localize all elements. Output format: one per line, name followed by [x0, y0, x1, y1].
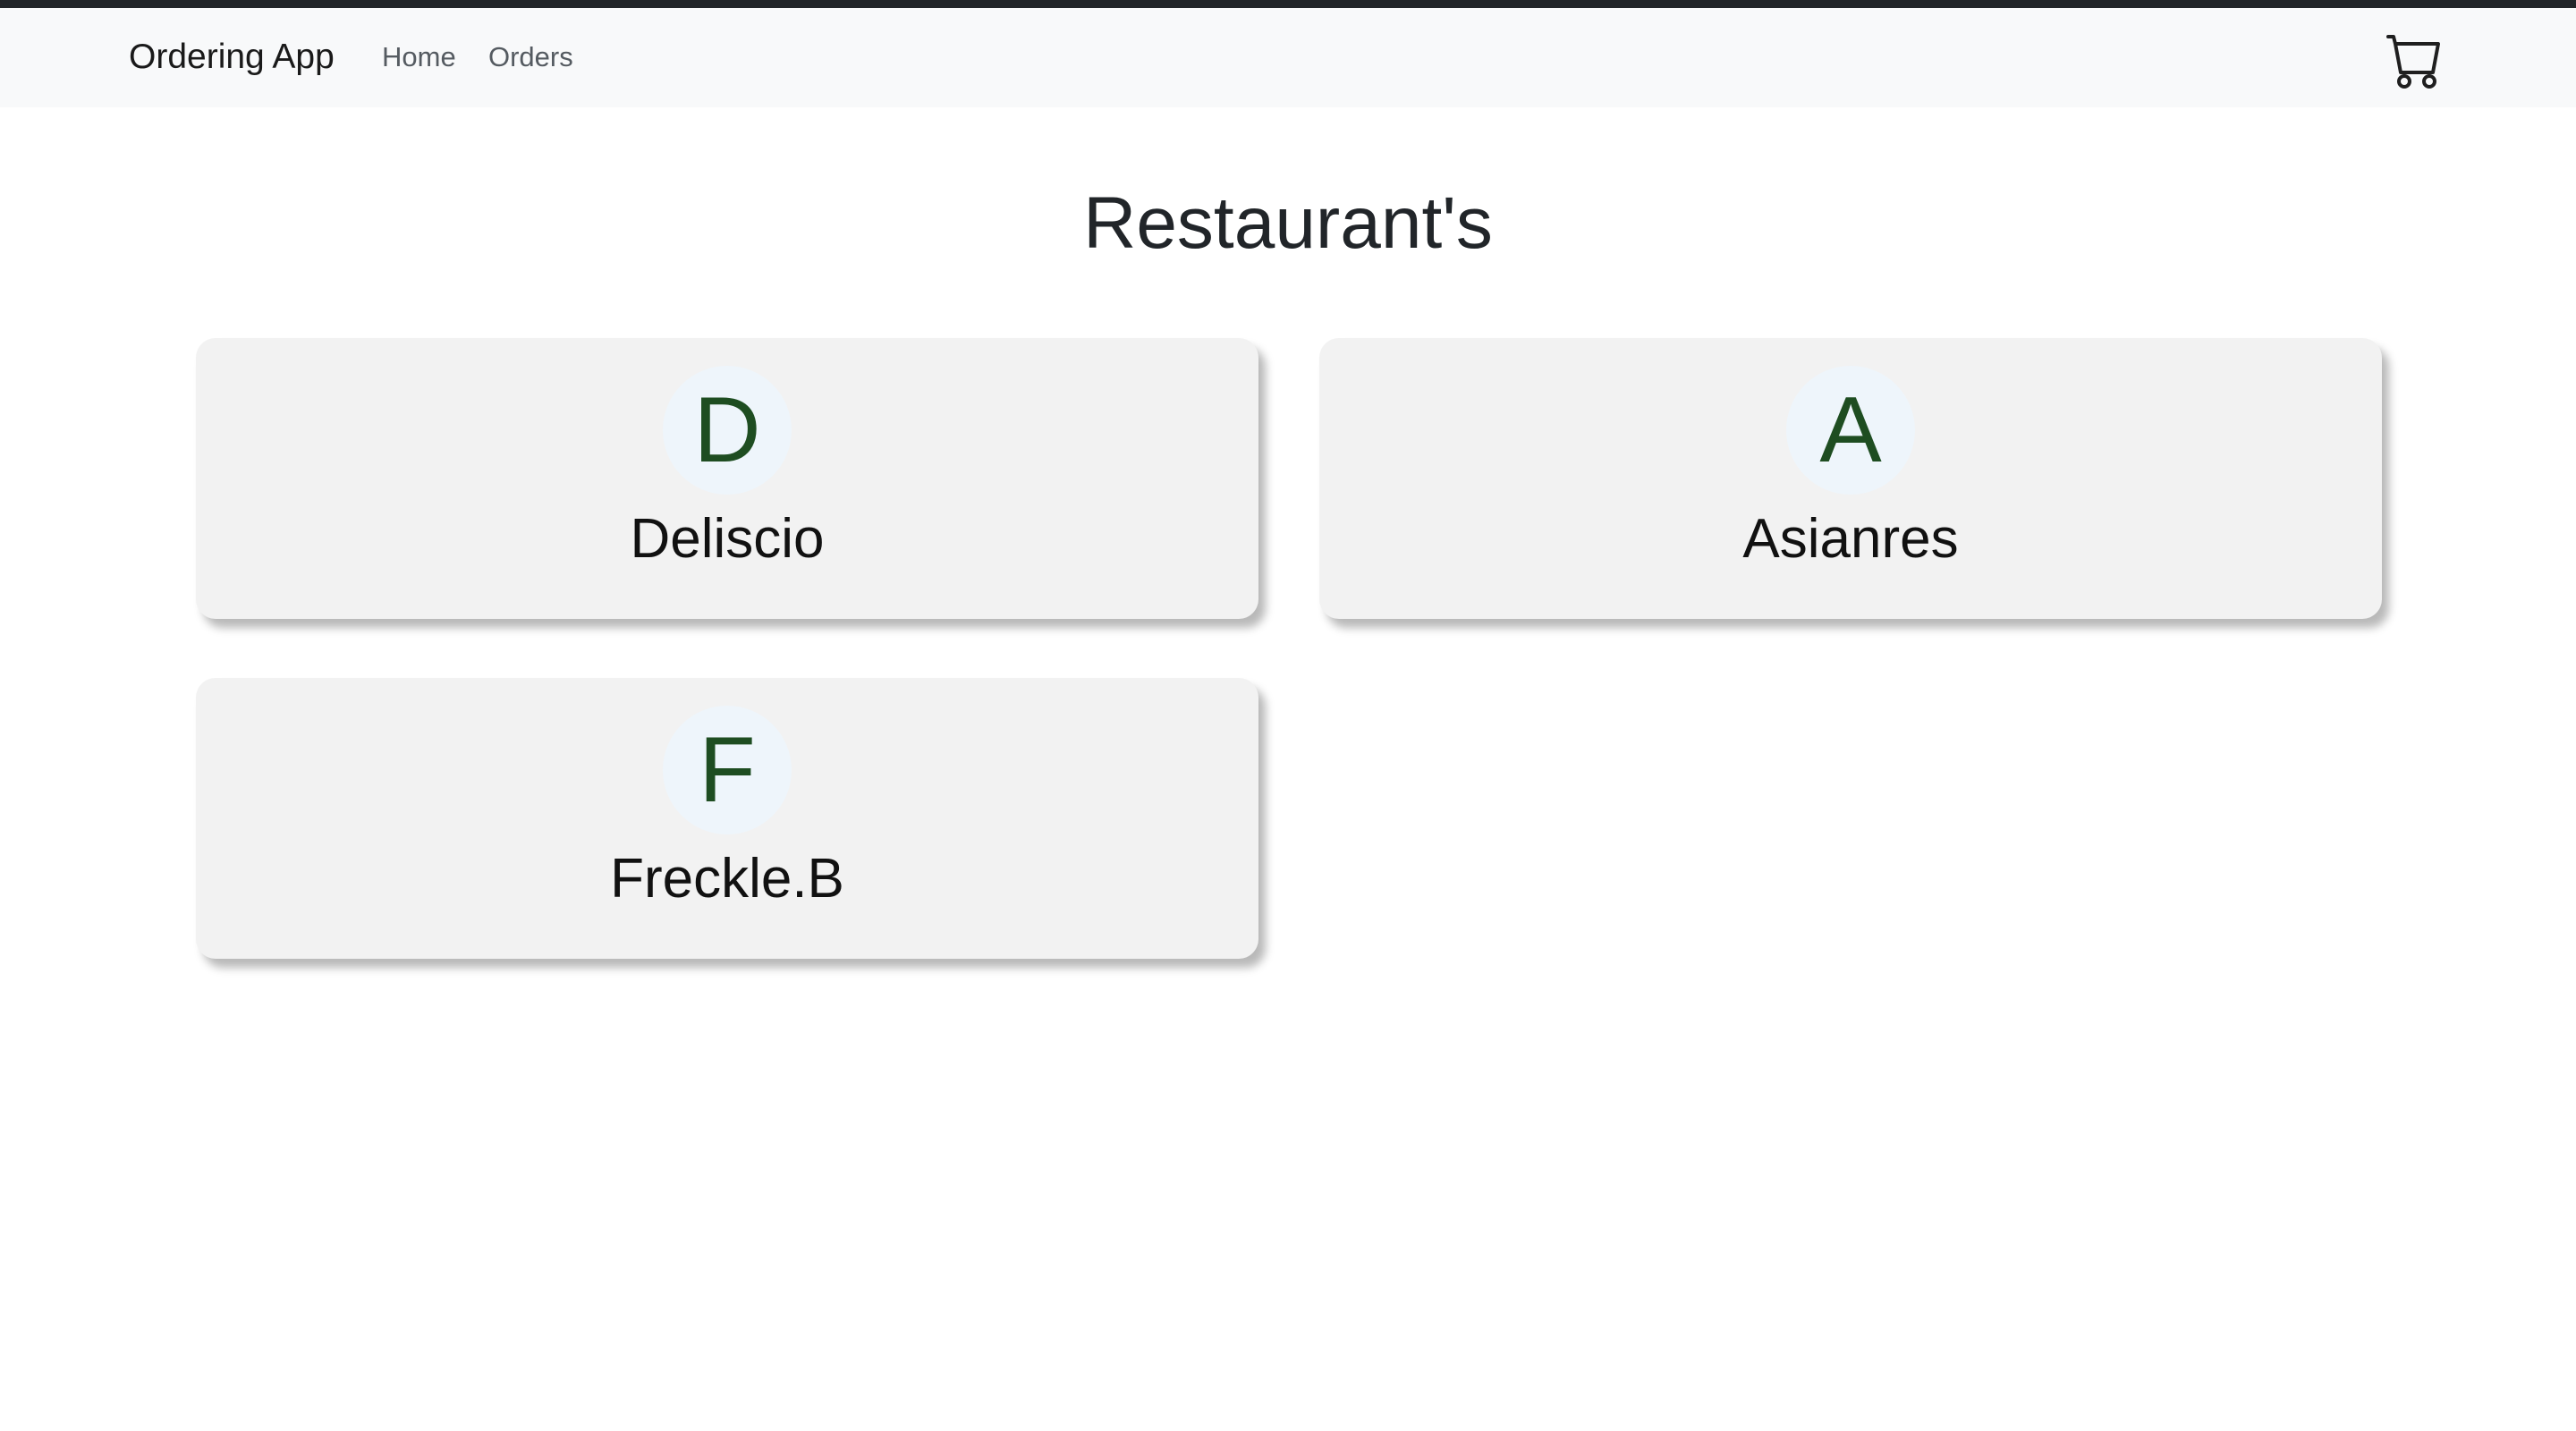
restaurant-avatar: F — [663, 706, 792, 834]
restaurant-name: Deliscio — [630, 508, 825, 570]
restaurant-name: Asianres — [1742, 508, 1959, 570]
brand-link[interactable]: Ordering App — [129, 35, 335, 80]
restaurant-card-freckle-b[interactable]: F Freckle.B — [196, 678, 1258, 959]
nav-link-home[interactable]: Home — [382, 38, 456, 77]
nav-link-orders[interactable]: Orders — [488, 38, 573, 77]
page-title: Restaurant's — [1083, 182, 1493, 264]
restaurant-card-asianres[interactable]: A Asianres — [1319, 338, 2382, 619]
restaurant-card-deliscio[interactable]: D Deliscio — [196, 338, 1258, 619]
restaurant-avatar: A — [1786, 366, 1915, 495]
restaurant-avatar: D — [663, 366, 792, 495]
top-strip — [0, 0, 2576, 8]
restaurant-name: Freckle.B — [610, 848, 844, 910]
shopping-cart-icon[interactable] — [2386, 31, 2444, 89]
navbar: Ordering App Home Orders — [0, 8, 2576, 107]
